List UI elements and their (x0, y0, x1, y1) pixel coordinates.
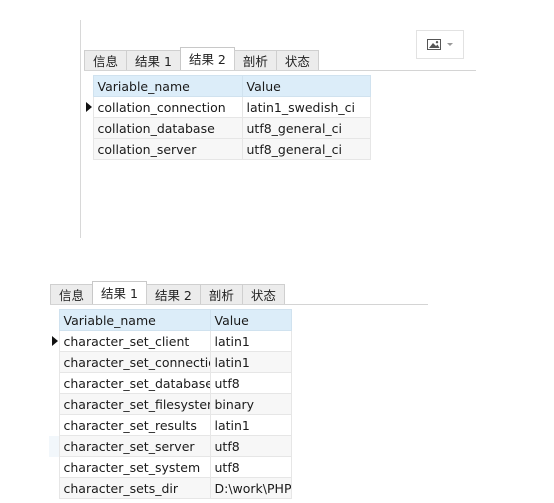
cell-value[interactable]: utf8_general_ci (241, 117, 371, 139)
cell-variable-name[interactable]: character_set_results (58, 414, 211, 436)
column-header-variable-name[interactable]: Variable_name (92, 75, 243, 97)
tab-divider (50, 304, 428, 305)
tab-result-2[interactable]: 结果 2 (145, 284, 201, 305)
table-row[interactable]: character_set_results latin1 (49, 414, 292, 436)
tab-divider (84, 70, 476, 71)
cell-variable-name[interactable]: collation_database (92, 117, 243, 139)
table-row[interactable]: character_sets_dir D:\work\PHPS (49, 477, 292, 499)
table-row[interactable]: character_set_filesystem binary (49, 393, 292, 415)
column-header-value[interactable]: Value (241, 75, 371, 97)
panel-left-border (80, 20, 81, 238)
tab-result-1[interactable]: 结果 1 (126, 50, 181, 71)
row-gutter (49, 393, 60, 415)
tab-status[interactable]: 状态 (241, 284, 285, 305)
row-gutter (49, 477, 60, 499)
cell-variable-name[interactable]: character_set_filesystem (58, 393, 211, 415)
image-button[interactable] (416, 30, 464, 59)
cell-value[interactable]: binary (209, 393, 292, 415)
tab-profile[interactable]: 剖析 (199, 284, 243, 305)
cell-variable-name[interactable]: character_set_connection (58, 351, 211, 373)
table-row[interactable]: character_set_client latin1 (49, 330, 292, 352)
cell-value[interactable]: utf8 (209, 372, 292, 394)
tab-info[interactable]: 信息 (50, 284, 94, 305)
column-header-value[interactable]: Value (209, 309, 292, 331)
row-gutter (49, 435, 60, 457)
row-gutter (83, 138, 94, 160)
cell-variable-name[interactable]: collation_connection (92, 96, 243, 118)
cell-variable-name[interactable]: collation_server (92, 138, 243, 160)
result-grid-bottom: Variable_name Value character_set_client… (49, 309, 292, 499)
table-row[interactable]: character_set_system utf8 (49, 456, 292, 478)
table-row[interactable]: character_set_database utf8 (49, 372, 292, 394)
row-gutter-header (83, 75, 93, 97)
cell-variable-name[interactable]: character_set_client (58, 330, 211, 352)
cell-value[interactable]: latin1 (209, 351, 292, 373)
cell-variable-name[interactable]: character_sets_dir (58, 477, 211, 499)
row-gutter (49, 351, 60, 373)
table-row[interactable]: character_set_connection latin1 (49, 351, 292, 373)
row-gutter (49, 414, 60, 436)
cell-value[interactable]: latin1 (209, 330, 292, 352)
result-tabs-top: 信息 结果 1 结果 2 剖析 状态 (84, 47, 319, 71)
table-row[interactable]: character_set_server utf8 (49, 435, 292, 457)
result-grid-top: Variable_name Value collation_connection… (83, 75, 371, 160)
cell-value[interactable]: D:\work\PHPS (209, 477, 292, 499)
row-gutter (83, 117, 94, 139)
table-row[interactable]: collation_database utf8_general_ci (83, 117, 371, 139)
row-gutter (49, 456, 60, 478)
tab-result-2[interactable]: 结果 2 (179, 47, 235, 71)
cell-variable-name[interactable]: character_set_system (58, 456, 211, 478)
chevron-down-icon (447, 43, 453, 46)
row-gutter (49, 330, 60, 352)
tab-status[interactable]: 状态 (275, 50, 319, 71)
row-gutter (83, 96, 94, 118)
current-row-indicator-icon (86, 101, 92, 112)
table-row[interactable]: collation_server utf8_general_ci (83, 138, 371, 160)
tab-info[interactable]: 信息 (84, 50, 128, 71)
cell-value[interactable]: utf8 (209, 456, 292, 478)
current-row-indicator-icon (52, 335, 58, 346)
table-row[interactable]: collation_connection latin1_swedish_ci (83, 96, 371, 118)
row-gutter-header (49, 309, 59, 331)
cell-variable-name[interactable]: character_set_database (58, 372, 211, 394)
column-header-variable-name[interactable]: Variable_name (58, 309, 211, 331)
row-gutter (49, 372, 60, 394)
cell-value[interactable]: utf8 (209, 435, 292, 457)
cell-value[interactable]: latin1_swedish_ci (241, 96, 371, 118)
image-icon (427, 39, 441, 50)
cell-value[interactable]: latin1 (209, 414, 292, 436)
cell-variable-name[interactable]: character_set_server (58, 435, 211, 457)
result-tabs-bottom: 信息 结果 1 结果 2 剖析 状态 (50, 281, 285, 305)
cell-value[interactable]: utf8_general_ci (241, 138, 371, 160)
tab-result-1[interactable]: 结果 1 (92, 281, 147, 305)
tab-profile[interactable]: 剖析 (233, 50, 277, 71)
